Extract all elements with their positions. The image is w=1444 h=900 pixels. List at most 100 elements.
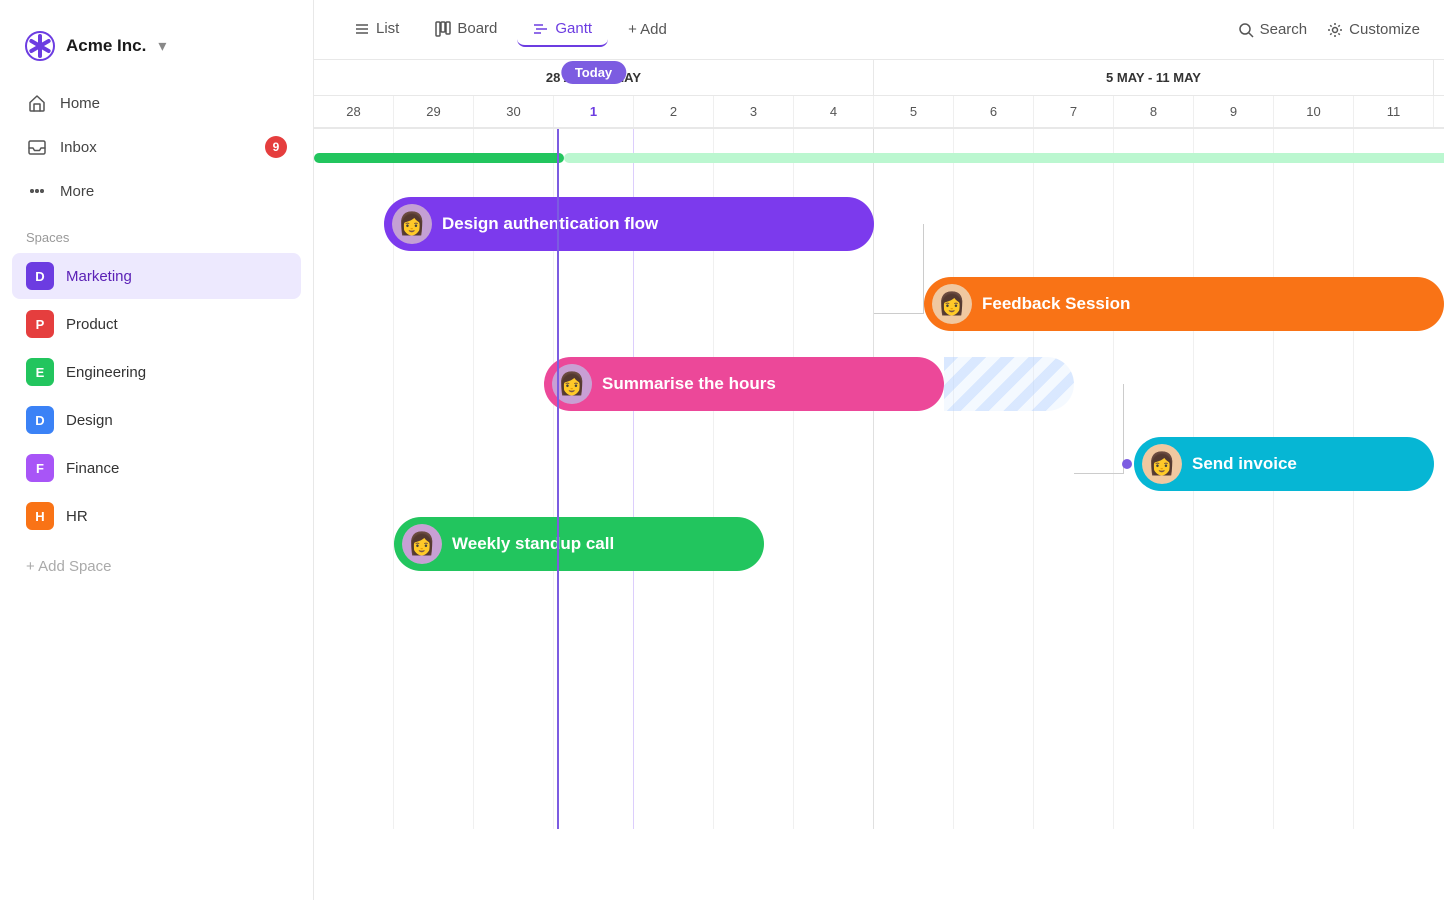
sidebar-nav: Home Inbox 9 (0, 82, 313, 214)
day-labels-row: 28 29 30 Today 1 2 3 4 5 6 7 8 9 10 11 (314, 96, 1444, 128)
day-8: 8 (1114, 96, 1194, 127)
day-4: 4 (794, 96, 874, 127)
sidebar-item-engineering[interactable]: E Engineering (12, 349, 301, 395)
task-label-design-auth: Design authentication flow (442, 214, 658, 234)
avatar-feedback: 👩 (932, 284, 972, 324)
day-2: 2 (634, 96, 714, 127)
hatch-overlay-summarise (944, 357, 1074, 411)
task-bar-summarise[interactable]: 👩 Summarise the hours (544, 357, 944, 411)
day-10: 10 (1274, 96, 1354, 127)
app-logo-icon (24, 30, 56, 62)
sidebar-item-hr[interactable]: H HR (12, 493, 301, 539)
connector-design-auth (874, 224, 924, 314)
task-row-weekly: 👩 Weekly standup call (314, 504, 1444, 584)
sidebar-item-home[interactable]: Home (12, 82, 301, 124)
task-bar-weekly-standup[interactable]: 👩 Weekly standup call (394, 517, 764, 571)
sidebar-item-home-label: Home (60, 95, 100, 112)
dot-marker-invoice (1122, 459, 1132, 469)
face-icon-2: 👩 (932, 284, 972, 324)
gantt-body: 👩 Design authentication flow 👩 Feedback … (314, 129, 1444, 829)
search-label: Search (1260, 21, 1308, 38)
tab-list[interactable]: List (338, 12, 415, 47)
product-dot: P (26, 310, 54, 338)
task-bar-send-invoice[interactable]: 👩 Send invoice (1134, 437, 1434, 491)
task-row-design-auth: 👩 Design authentication flow (314, 184, 1444, 264)
inbox-badge: 9 (265, 136, 287, 158)
week2-label: 5 MAY - 11 MAY (874, 60, 1434, 95)
tab-board[interactable]: Board (419, 12, 513, 47)
task-label-send-invoice: Send invoice (1192, 454, 1297, 474)
day-5: 5 (874, 96, 954, 127)
task-row-send-invoice: 👩 Send invoice (314, 424, 1444, 504)
face-icon-4: 👩 (1142, 444, 1182, 484)
sidebar-item-design-label: Design (66, 412, 113, 429)
hr-dot: H (26, 502, 54, 530)
search-button[interactable]: Search (1238, 21, 1308, 38)
gantt-header: 28 APR - 4 MAY 5 MAY - 11 MAY 28 29 30 T… (314, 60, 1444, 129)
progress-light (564, 153, 1444, 163)
tab-board-label: Board (457, 20, 497, 37)
more-icon (26, 180, 48, 202)
topbar-actions: Search Customize (1238, 21, 1420, 38)
gantt-chart: 28 APR - 4 MAY 5 MAY - 11 MAY 28 29 30 T… (314, 60, 1444, 900)
sidebar-item-inbox[interactable]: Inbox 9 (12, 126, 301, 168)
sidebar-item-hr-label: HR (66, 508, 88, 525)
sidebar-item-marketing-label: Marketing (66, 268, 132, 285)
task-label-weekly-standup: Weekly standup call (452, 534, 614, 554)
tab-gantt[interactable]: Gantt (517, 12, 608, 47)
customize-button[interactable]: Customize (1327, 21, 1420, 38)
add-space-button[interactable]: + Add Space (0, 549, 313, 584)
day-1: Today 1 (554, 96, 634, 127)
sidebar-item-design[interactable]: D Design (12, 397, 301, 443)
add-label: + Add (628, 21, 667, 38)
main-content: List Board Gantt + Add (314, 0, 1444, 900)
board-icon (435, 21, 451, 37)
sidebar-item-marketing[interactable]: D Marketing (12, 253, 301, 299)
topbar: List Board Gantt + Add (314, 0, 1444, 60)
tab-list-label: List (376, 20, 399, 37)
gantt-icon (533, 21, 549, 37)
company-name: Acme Inc. (66, 36, 146, 56)
home-icon (26, 92, 48, 114)
task-bar-feedback[interactable]: 👩 Feedback Session (924, 277, 1444, 331)
finance-dot: F (26, 454, 54, 482)
task-row-summarise: 👩 Summarise the hours (314, 344, 1444, 424)
sidebar-item-more[interactable]: More (12, 170, 301, 212)
task-bar-design-auth[interactable]: 👩 Design authentication flow (384, 197, 874, 251)
connector-summarise (1074, 384, 1124, 474)
sidebar-item-product-label: Product (66, 316, 118, 333)
inbox-icon (26, 136, 48, 158)
today-vertical-line (557, 129, 559, 829)
sidebar-item-more-label: More (60, 183, 94, 200)
sidebar-item-product[interactable]: P Product (12, 301, 301, 347)
design-dot: D (26, 406, 54, 434)
face-icon-1: 👩 (392, 204, 432, 244)
search-icon (1238, 22, 1254, 38)
task-label-feedback: Feedback Session (982, 294, 1130, 314)
add-button[interactable]: + Add (612, 13, 683, 46)
day-3: 3 (714, 96, 794, 127)
day-6: 6 (954, 96, 1034, 127)
day-30: 30 (474, 96, 554, 127)
sidebar-item-engineering-label: Engineering (66, 364, 146, 381)
day-28: 28 (314, 96, 394, 127)
day-7: 7 (1034, 96, 1114, 127)
gear-icon (1327, 22, 1343, 38)
avatar-weekly: 👩 (402, 524, 442, 564)
progress-green (314, 153, 564, 163)
progress-bar-row (314, 144, 1444, 174)
task-label-summarise: Summarise the hours (602, 374, 776, 394)
sidebar-item-finance[interactable]: F Finance (12, 445, 301, 491)
day-11: 11 (1354, 96, 1434, 127)
company-chevron-icon[interactable]: ▾ (158, 36, 166, 56)
day-9: 9 (1194, 96, 1274, 127)
day-29: 29 (394, 96, 474, 127)
sidebar-header: Acme Inc. ▾ (0, 20, 313, 82)
marketing-dot: D (26, 262, 54, 290)
week-labels-row: 28 APR - 4 MAY 5 MAY - 11 MAY (314, 60, 1444, 96)
customize-label: Customize (1349, 21, 1420, 38)
avatar-design-auth: 👩 (392, 204, 432, 244)
avatar-invoice: 👩 (1142, 444, 1182, 484)
sidebar-item-inbox-label: Inbox (60, 139, 97, 156)
sidebar-item-finance-label: Finance (66, 460, 119, 477)
